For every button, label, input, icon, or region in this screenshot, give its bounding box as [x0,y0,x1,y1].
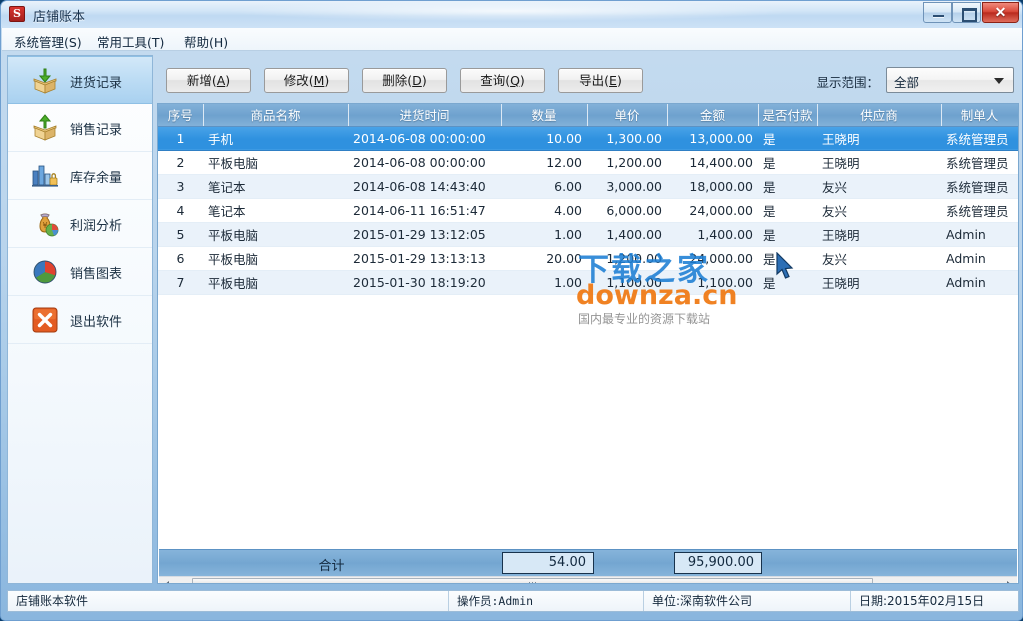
column-header-no[interactable]: 序号 [158,104,204,127]
column-header-amount[interactable]: 金额 [667,104,759,127]
status-company: 单位:深南软件公司 [643,591,850,611]
scrollbar-thumb[interactable] [192,578,873,583]
display-range-value: 全部 [894,75,920,90]
menu-item-system[interactable]: 系统管理(S) [14,32,82,51]
close-icon: ✕ [994,4,1007,20]
table-row[interactable]: 4 笔记本 2014-06-11 16:51:47 4.00 6,000.00 … [158,198,1018,223]
records-table: 序号 商品名称 进货时间 数量 单价 金额 是否付款 供应商 制单人 1 手机 [158,104,1018,295]
money-bag-icon: ¥ [30,210,60,238]
total-amount-field: 95,900.00 [674,552,762,574]
sidebar-item-label: 退出软件 [70,315,123,330]
menu-item-tools[interactable]: 常用工具(T) [97,32,164,51]
scroll-right-arrow-icon[interactable] [1007,581,1012,583]
totals-label: 合计 [318,559,345,574]
column-header-time[interactable]: 进货时间 [348,104,502,127]
column-header-quantity[interactable]: 数量 [501,104,588,127]
status-app-name: 店铺账本软件 [16,594,89,608]
sidebar-item-sales-chart[interactable]: 销售图表 [8,248,152,296]
exit-x-icon [30,306,60,334]
pie-chart-icon [30,258,60,286]
sidebar-item-label: 销售记录 [70,123,123,138]
delete-button[interactable]: 删除(D) [362,68,447,93]
status-bar: 店铺账本软件 操作员:Admin 单位:深南软件公司 日期:2015年02月15… [7,590,1019,612]
sidebar-item-label: 库存余量 [70,171,123,186]
title-bar-glow [231,1,791,21]
status-date: 日期:2015年02月15日 [850,591,1018,611]
sidebar: 进货记录 销售记录 库存余量 ¥ 利润分析 销售图表 退出软件 [7,55,153,584]
records-grid: 序号 商品名称 进货时间 数量 单价 金额 是否付款 供应商 制单人 1 手机 [157,103,1019,584]
add-button[interactable]: 新增(A) [166,68,251,93]
minimize-button[interactable] [923,2,952,23]
display-range-label: 显示范围： [816,75,879,90]
sidebar-item-exit[interactable]: 退出软件 [8,296,152,344]
scrollbar-track[interactable] [175,577,1001,583]
menu-bar: 系统管理(S) 常用工具(T) 帮助(H) [2,28,1022,51]
table-row[interactable]: 1 手机 2014-06-08 00:00:00 10.00 1,300.00 … [158,126,1018,151]
column-header-operator[interactable]: 制单人 [941,104,1018,127]
sidebar-item-profit-analysis[interactable]: ¥ 利润分析 [8,200,152,248]
edit-button[interactable]: 修改(M) [264,68,349,93]
table-row[interactable]: 6 平板电脑 2015-01-29 13:13:13 20.00 1,200.0… [158,246,1018,271]
app-icon: S [9,6,25,22]
close-button[interactable]: ✕ [982,2,1019,23]
totals-row: 合计 54.00 95,900.00 [159,549,1017,576]
sidebar-item-label: 进货记录 [70,76,123,91]
sidebar-item-purchase-records[interactable]: 进货记录 [8,56,152,104]
content-panel: 新增(A) 修改(M) 删除(D) 查询(Q) 导出(E) 显示范围： 全部 序… [157,55,1019,584]
table-row[interactable]: 3 笔记本 2014-06-08 14:43:40 6.00 3,000.00 … [158,174,1018,199]
sidebar-item-inventory[interactable]: 库存余量 [8,152,152,200]
bar-chart-lock-icon [30,162,60,190]
menu-item-help[interactable]: 帮助(H) [184,32,228,51]
column-header-paid[interactable]: 是否付款 [758,104,818,127]
watermark-tagline: 国内最专业的资源下载站 [578,312,711,326]
window-title: 店铺账本 [33,10,86,25]
scrollbar-grip-icon [528,582,537,583]
horizontal-scrollbar[interactable] [159,576,1017,583]
display-range-select[interactable]: 全部 [886,67,1014,93]
chevron-down-icon [994,78,1004,84]
column-header-product[interactable]: 商品名称 [203,104,349,127]
table-row[interactable]: 5 平板电脑 2015-01-29 13:12:05 1.00 1,400.00… [158,222,1018,247]
scroll-left-arrow-icon[interactable] [164,581,169,583]
sidebar-item-sales-records[interactable]: 销售记录 [8,104,152,152]
column-header-supplier[interactable]: 供应商 [817,104,942,127]
title-bar: S 店铺账本 ✕ [1,1,1022,28]
table-row[interactable]: 7 平板电脑 2015-01-30 18:19:20 1.00 1,100.00… [158,270,1018,295]
application-window: S 店铺账本 ✕ 系统管理(S) 常用工具(T) 帮助(H) 进货记录 销售记录… [0,0,1023,621]
table-row[interactable]: 2 平板电脑 2014-06-08 00:00:00 12.00 1,200.0… [158,150,1018,175]
export-button[interactable]: 导出(E) [558,68,643,93]
status-operator: 操作员:Admin [448,591,643,611]
table-header-row: 序号 商品名称 进货时间 数量 单价 金额 是否付款 供应商 制单人 [158,104,1018,127]
query-button[interactable]: 查询(Q) [460,68,545,93]
column-header-price[interactable]: 单价 [587,104,668,127]
table-body: 1 手机 2014-06-08 00:00:00 10.00 1,300.00 … [158,126,1018,295]
maximize-button[interactable] [952,2,981,23]
total-quantity-field: 54.00 [502,552,594,574]
box-in-icon [30,67,60,95]
sidebar-item-label: 利润分析 [70,219,123,234]
box-out-icon [30,114,60,142]
toolbar: 新增(A) 修改(M) 删除(D) 查询(Q) 导出(E) 显示范围： 全部 [157,55,1019,103]
sidebar-item-label: 销售图表 [70,267,123,282]
